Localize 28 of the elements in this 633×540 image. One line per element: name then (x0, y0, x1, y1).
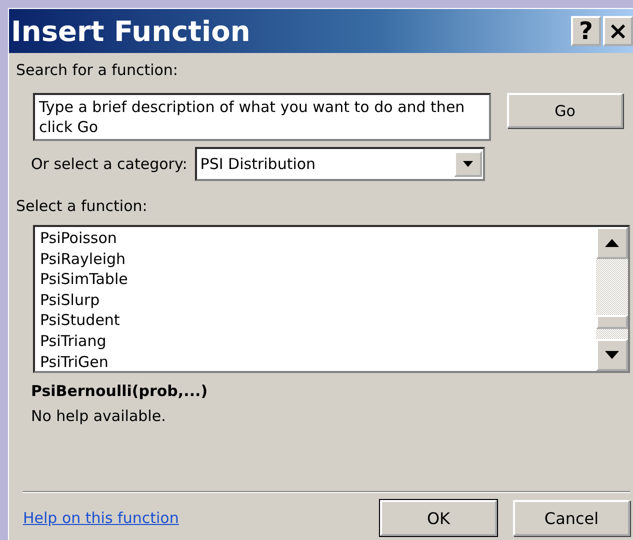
function-item[interactable]: PsiTriang (38, 330, 593, 352)
function-list-label: Select a function: (16, 197, 148, 215)
category-label: Or select a category: (31, 155, 188, 173)
scroll-up-button[interactable] (596, 227, 628, 259)
window-title: Insert Function (11, 14, 252, 48)
up-arrow-icon (605, 239, 619, 247)
function-item[interactable]: PsiStudent (38, 310, 593, 331)
function-description: No help available. (31, 407, 167, 425)
search-label: Search for a function: (16, 61, 179, 79)
caret-icon (462, 160, 474, 168)
scroll-thumb[interactable] (596, 315, 628, 329)
search-field[interactable]: Type a brief description of what you want to do and then click Go (33, 93, 491, 141)
help-button[interactable]: ? (571, 16, 601, 46)
function-item[interactable]: PsiTriGen (38, 352, 593, 372)
function-item[interactable]: PsiRayleigh (38, 248, 593, 270)
scroll-down-button[interactable] (596, 339, 628, 371)
close-button[interactable]: × (603, 16, 633, 46)
help-link[interactable]: Help on this function (23, 509, 364, 527)
go-button[interactable]: Go (507, 93, 623, 128)
dropdown-button[interactable] (454, 151, 482, 177)
ok-button[interactable]: OK (380, 500, 497, 536)
function-signature: PsiBernoulli(prob,...) (31, 382, 209, 400)
function-item[interactable]: PsiSlurp (38, 290, 593, 310)
cancel-button[interactable]: Cancel (513, 500, 630, 536)
category-dropdown[interactable]: PSI Distribution (195, 147, 486, 181)
down-arrow-icon (605, 351, 619, 359)
function-item[interactable]: PsiSimTable (38, 269, 593, 290)
function-item[interactable]: PsiPoisson (38, 228, 593, 249)
